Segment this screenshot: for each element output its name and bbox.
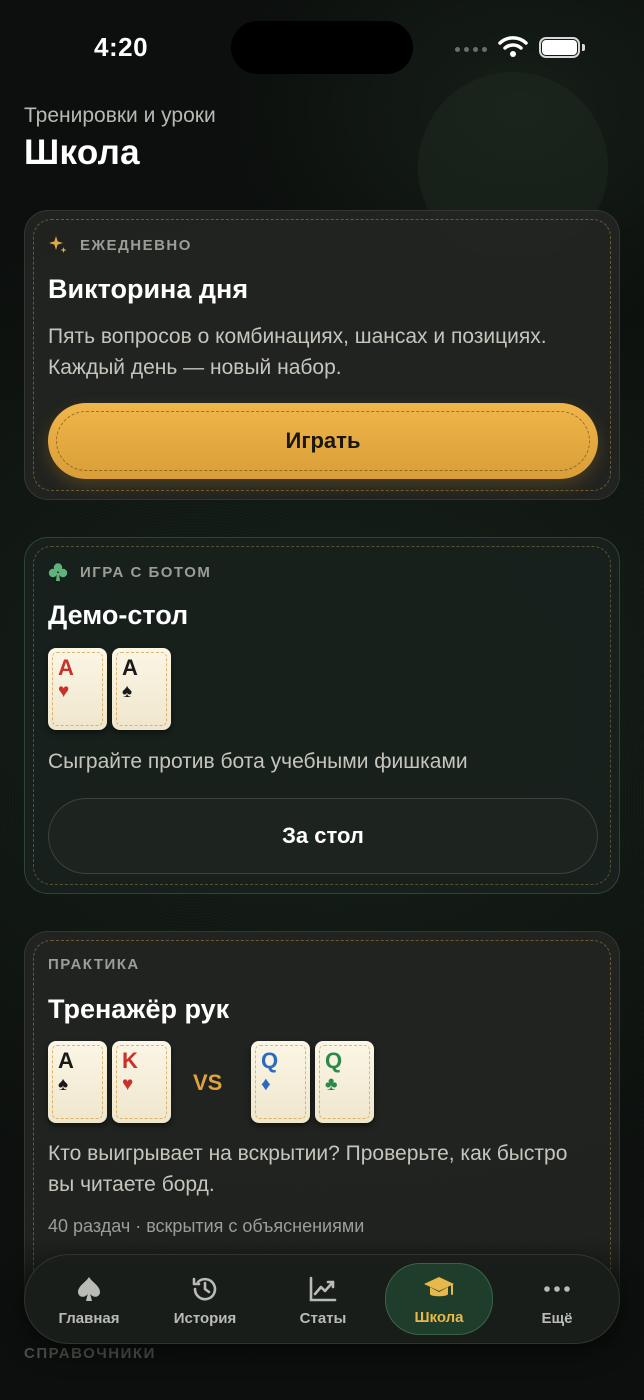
spade-icon: ♠: [122, 681, 133, 702]
page-title: Школа: [24, 133, 140, 172]
card-title: Викторина дня: [48, 274, 249, 304]
tab-more[interactable]: Ещё: [503, 1265, 611, 1335]
card-title: Тренажёр рук: [48, 994, 230, 1024]
card-rank: A: [122, 655, 138, 680]
wifi-icon: [498, 36, 528, 57]
heart-icon: ♥: [122, 1074, 134, 1095]
status-bar: 4:20: [0, 0, 644, 96]
spade-icon: ♠: [58, 1074, 69, 1095]
playing-card: A ♥: [48, 648, 107, 730]
spade-icon: [78, 1276, 100, 1301]
versus-label: VS: [193, 1070, 223, 1095]
to-table-button[interactable]: За стол: [48, 798, 598, 874]
card-description: Кто выигрывает на вскрытии? Проверьте, к…: [48, 1142, 568, 1196]
status-time: 4:20: [94, 32, 149, 62]
daily-quiz-card: ЕЖЕДНЕВНО Викторина дня Пять вопросов о …: [24, 210, 620, 500]
card-kicker: ЕЖЕДНЕВНО: [48, 235, 192, 255]
club-icon: [48, 563, 68, 581]
dynamic-island: [231, 21, 413, 74]
diamond-icon: ♦: [261, 1074, 271, 1095]
more-icon: [544, 1285, 570, 1292]
playing-card: A ♠: [112, 648, 171, 730]
playing-card: Q ♦: [251, 1041, 310, 1123]
card-rank: A: [58, 1048, 74, 1073]
section-label-references: СПРАВОЧНИКИ: [24, 1345, 156, 1362]
club-icon: ♣: [325, 1074, 338, 1095]
tab-school[interactable]: Школа: [385, 1263, 493, 1335]
card-rank: Q: [261, 1048, 279, 1073]
kicker-label: ИГРА С БОТОМ: [80, 563, 212, 581]
card-kicker: ИГРА С БОТОМ: [48, 562, 211, 582]
tab-history[interactable]: История: [151, 1265, 259, 1335]
history-icon: [192, 1277, 217, 1300]
sparkles-icon: [49, 236, 67, 253]
tab-label: Статы: [299, 1309, 347, 1327]
card-meta: 40 раздач · вскрытия с объяснениями: [48, 1216, 365, 1236]
card-rank: A: [58, 655, 74, 680]
tab-stats[interactable]: Статы: [269, 1265, 377, 1335]
tab-label: Главная: [58, 1309, 120, 1327]
heart-icon: ♥: [58, 681, 70, 702]
card-rank: Q: [325, 1048, 343, 1073]
play-button[interactable]: Играть: [48, 403, 598, 479]
tab-bar: Главная История Статы Школа Ещё: [24, 1254, 620, 1344]
demo-table-card: ИГРА С БОТОМ Демо-стол A ♥ A ♠ Сыграйте …: [24, 537, 620, 894]
kicker-label: ПРАКТИКА: [48, 956, 140, 973]
cellular-signal-icon: [455, 47, 487, 52]
kicker-label: ЕЖЕДНЕВНО: [80, 236, 192, 254]
card-rank: K: [122, 1048, 138, 1073]
battery-icon: [539, 37, 585, 58]
tab-label: История: [173, 1309, 237, 1327]
graduation-cap-icon: [424, 1276, 454, 1296]
tab-label: Школа: [414, 1308, 464, 1326]
card-description: Пять вопросов о комбинациях, шансах и по…: [48, 325, 547, 379]
card-description: Сыграйте против бота учебными фишками: [48, 750, 468, 773]
playing-card: A ♠: [48, 1041, 107, 1123]
playing-card: K ♥: [112, 1041, 171, 1123]
card-title: Демо-стол: [48, 600, 189, 630]
card-kicker: ПРАКТИКА: [48, 956, 140, 973]
tab-home[interactable]: Главная: [35, 1265, 143, 1335]
playing-card: Q ♣: [315, 1041, 374, 1123]
tab-label: Ещё: [541, 1309, 573, 1327]
page-subtitle: Тренировки и уроки: [24, 104, 216, 127]
chart-icon: [309, 1276, 337, 1301]
